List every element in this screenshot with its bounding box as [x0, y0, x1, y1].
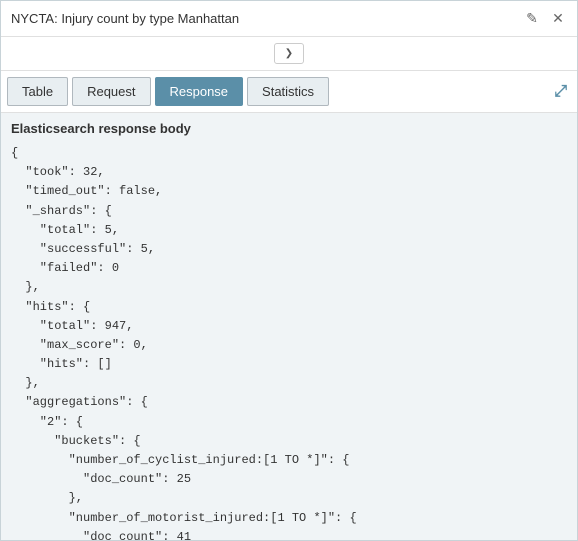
tab-bar: Table Request Response Statistics ⤢ — [1, 71, 577, 113]
tab-response[interactable]: Response — [155, 77, 244, 106]
tab-request[interactable]: Request — [72, 77, 150, 106]
content-area: Elasticsearch response body { "took": 32… — [1, 113, 577, 540]
title-bar-actions: ✎ ✕ — [523, 10, 567, 28]
section-label: Elasticsearch response body — [1, 113, 577, 140]
edit-icon[interactable]: ✎ — [523, 10, 541, 28]
chevron-down-icon: ❯ — [285, 48, 293, 59]
main-window: NYCTA: Injury count by type Manhattan ✎ … — [0, 0, 578, 541]
dropdown-button[interactable]: ❯ — [274, 43, 304, 64]
tab-table[interactable]: Table — [7, 77, 68, 106]
code-area[interactable]: { "took": 32, "timed_out": false, "_shar… — [1, 140, 577, 540]
window-title: NYCTA: Injury count by type Manhattan — [11, 11, 239, 26]
close-icon[interactable]: ✕ — [549, 10, 567, 28]
dropdown-row: ❯ — [1, 37, 577, 71]
expand-icon[interactable]: ⤢ — [554, 83, 567, 101]
tab-statistics[interactable]: Statistics — [247, 77, 329, 106]
code-block: { "took": 32, "timed_out": false, "_shar… — [11, 144, 567, 540]
title-bar: NYCTA: Injury count by type Manhattan ✎ … — [1, 1, 577, 37]
